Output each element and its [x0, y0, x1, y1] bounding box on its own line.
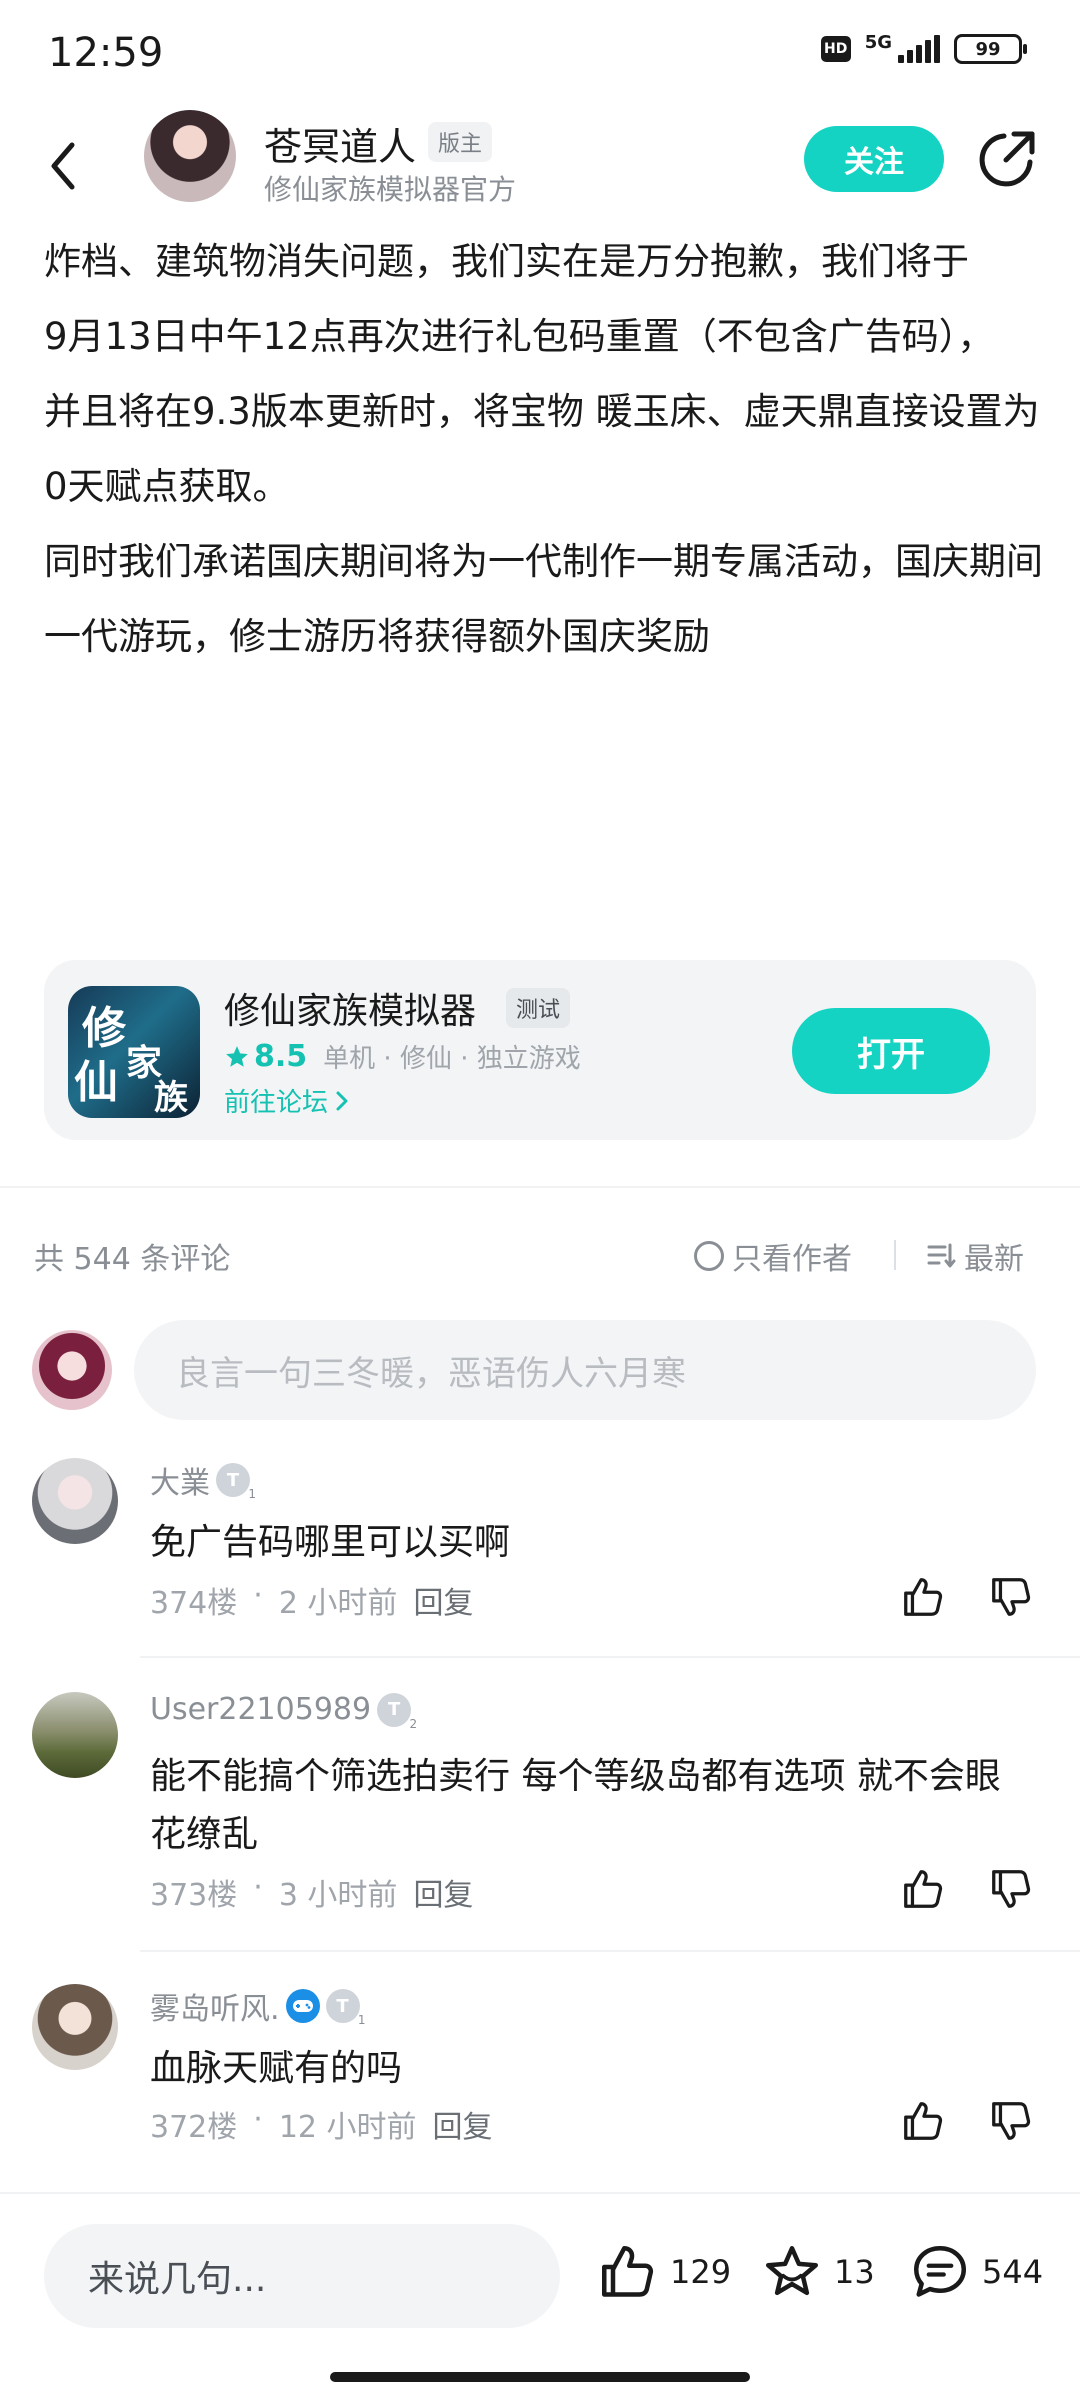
comment-text: 血脉天赋有的吗 [150, 2048, 403, 2089]
comments-count: 共 544 条评论 [34, 1242, 231, 1277]
gamepad-badge-icon [285, 1989, 320, 2023]
game-tags: 单机 · 修仙 · 独立游戏 [323, 1044, 581, 1074]
post-header: 苍冥道人 版主 修仙家族模拟器官方 关注 [0, 110, 1080, 222]
comment-text: 能不能搞个筛选拍卖行 每个等级岛都有选项 就不会眼花缭乱 [150, 1756, 1001, 1855]
game-icon: 修 仙 家 族 [68, 986, 200, 1118]
level-badge-icon: T1 [216, 1463, 256, 1501]
level-badge-icon: T1 [325, 1989, 366, 2027]
avatar[interactable] [32, 1458, 118, 1544]
status-bar: 12:59 HD 5G 99 [0, 0, 1080, 110]
comment-user[interactable]: 雾岛听风. T1 [150, 1984, 366, 2028]
game-rating: 8.5 [224, 1039, 307, 1074]
game-test-tag: 测试 [506, 988, 571, 1028]
share-icon [979, 131, 1035, 187]
author-avatar[interactable] [144, 110, 236, 202]
follow-button[interactable]: 关注 [804, 126, 944, 192]
status-time: 12:59 [48, 30, 164, 76]
game-card[interactable]: 修 仙 家 族 修仙家族模拟器 测试 8.5 单机 · 修仙 · 独立游戏 前往… [44, 960, 1036, 1140]
sort-icon [927, 1243, 956, 1268]
comment-count: 544 [982, 2253, 1044, 2291]
status-icons: HD 5G 99 [820, 32, 1027, 64]
comment-actions [900, 1866, 1034, 1912]
radio-icon [694, 1241, 724, 1271]
comment-text: 免广告码哪里可以买啊 [150, 1522, 511, 1563]
share-button[interactable] [974, 128, 1038, 192]
comment-button[interactable]: 544 [910, 2242, 1043, 2302]
divider [0, 1186, 1080, 1188]
divider [140, 1950, 1080, 1952]
divider [140, 1656, 1080, 1658]
game-name: 修仙家族模拟器 [224, 991, 477, 1032]
star-icon [766, 2246, 818, 2296]
paragraph: 炸档、建筑物消失问题，我们实在是万分抱歉，我们将于 [44, 240, 969, 283]
signal-icon [898, 35, 940, 63]
author-only-toggle[interactable]: 只看作者 [694, 1234, 852, 1278]
thumbs-down-icon[interactable] [988, 2098, 1034, 2144]
comment-meta: 373楼 · 3 小时前 回复 [150, 1870, 474, 1914]
comment-meta: 372楼 · 12 小时前 回复 [150, 2102, 493, 2146]
reply-button[interactable]: 回复 [413, 1578, 473, 1622]
comment-meta: 374楼 · 2 小时前 回复 [150, 1578, 474, 1622]
home-indicator[interactable] [330, 2372, 750, 2382]
thumbs-up-icon[interactable] [900, 1866, 946, 1912]
paragraph: 9月13日中午12点再次进行礼包码重置（不包含广告码）， [44, 315, 995, 358]
comment-actions [900, 1574, 1034, 1620]
star-icon [226, 1045, 248, 1067]
my-avatar[interactable] [32, 1330, 112, 1410]
network-type: 5G [864, 32, 892, 53]
reply-button[interactable]: 回复 [413, 1870, 473, 1914]
comment-user[interactable]: User22105989 T2 [150, 1692, 417, 1731]
comment-input[interactable]: 良言一句三冬暖，恶语伤人六月寒 [134, 1320, 1036, 1420]
open-game-button[interactable]: 打开 [792, 1008, 990, 1094]
favorite-button[interactable]: 13 [762, 2242, 875, 2302]
moderator-badge: 版主 [428, 122, 493, 162]
like-button[interactable]: 129 [598, 2242, 731, 2302]
sort-button[interactable]: 最新 [926, 1234, 1024, 1278]
avatar[interactable] [32, 1692, 118, 1778]
hd-icon: HD [820, 36, 851, 62]
bottom-action-bar: 来说几句... 129 13 544 [0, 2192, 1080, 2400]
comment-bubble-icon [914, 2246, 966, 2297]
comments-header: 共 544 条评论 只看作者 最新 [34, 1226, 1044, 1282]
thumbs-up-icon[interactable] [900, 2098, 946, 2144]
game-meta: 8.5 单机 · 修仙 · 独立游戏 [224, 1038, 581, 1075]
chevron-right-icon [336, 1091, 348, 1110]
comment-actions [900, 2098, 1034, 2144]
divider [894, 1240, 896, 1270]
reply-button[interactable]: 回复 [433, 2102, 493, 2146]
author-name[interactable]: 苍冥道人 [264, 116, 416, 171]
thumbs-down-icon[interactable] [988, 1574, 1034, 1620]
author-subtitle: 修仙家族模拟器官方 [264, 173, 517, 206]
back-button[interactable] [48, 136, 98, 196]
favorite-count: 13 [834, 2253, 875, 2291]
thumbs-down-icon[interactable] [988, 1866, 1034, 1912]
thumbs-up-icon [602, 2246, 654, 2297]
battery-icon: 99 [954, 34, 1027, 64]
avatar[interactable] [32, 1984, 118, 2070]
thumbs-up-icon[interactable] [900, 1574, 946, 1620]
chevron-left-icon [51, 142, 75, 190]
level-badge-icon: T2 [377, 1692, 417, 1731]
forum-link[interactable]: 前往论坛 [224, 1082, 350, 1119]
bottom-comment-input[interactable]: 来说几句... [44, 2224, 560, 2328]
paragraph: 并且将在9.3版本更新时，将宝物 暖玉床、虚天鼎直接设置为0天赋点获取。 [44, 390, 1040, 508]
post-body: 炸档、建筑物消失问题，我们实在是万分抱歉，我们将于 9月13日中午12点再次进行… [44, 224, 1044, 674]
comment-user[interactable]: 大業 T1 [150, 1458, 256, 1502]
battery-level: 99 [975, 38, 1001, 60]
paragraph: 同时我们承诺国庆期间将为一代制作一期专属活动，国庆期间一代游玩，修士游历将获得额… [44, 540, 1043, 658]
like-count: 129 [670, 2253, 732, 2291]
